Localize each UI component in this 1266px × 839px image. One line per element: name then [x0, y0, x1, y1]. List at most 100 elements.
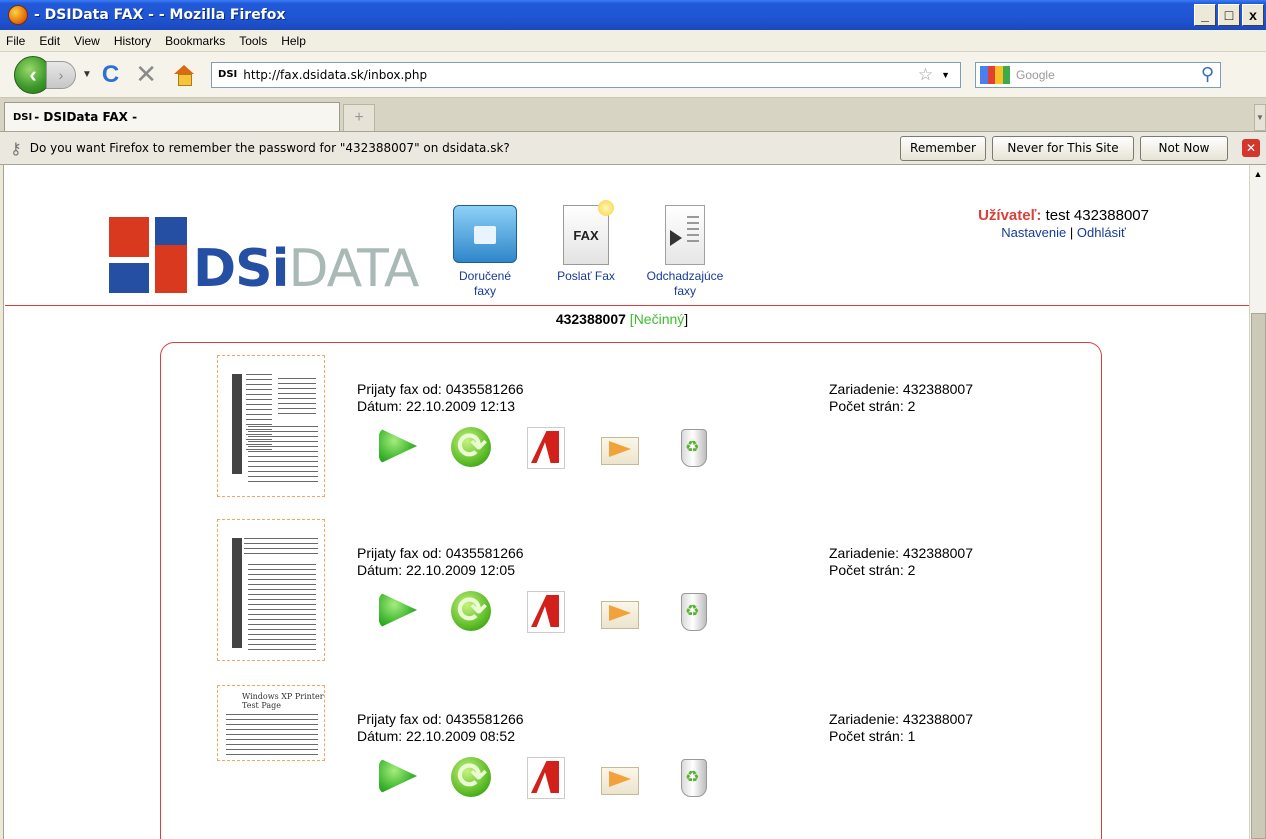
fax-from: Prijaty fax od: 0435581266 [357, 711, 524, 727]
status-close-bracket: ] [684, 311, 689, 327]
menu-edit[interactable]: Edit [32, 34, 67, 48]
reload-icon[interactable]: C [102, 61, 119, 89]
forward-email-icon[interactable] [599, 427, 639, 467]
fax-thumbnail[interactable]: Windows XP Printer Test Page [217, 685, 325, 761]
trash-icon[interactable] [673, 427, 713, 467]
site-header: DSiDATA Doručené faxy FAX Poslať Fax Odc… [5, 165, 1249, 306]
menu-help[interactable]: Help [274, 34, 313, 48]
close-window-button[interactable]: x [1242, 4, 1264, 26]
left-frame-edge [0, 165, 4, 839]
nav-outbox-label[interactable]: Odchadzajúce faxy [635, 269, 735, 299]
settings-link[interactable]: Nastavenie [1001, 225, 1066, 240]
forward-email-icon[interactable] [599, 591, 639, 631]
fax-meta: Zariadenie: 432388007 Počet strán: 2 [829, 545, 973, 579]
fax-device: Zariadenie: 432388007 [829, 381, 974, 397]
search-input[interactable]: Google [1016, 68, 1201, 82]
not-now-button[interactable]: Not Now [1140, 135, 1228, 161]
nav-inbox-label[interactable]: Doručené faxy [455, 269, 515, 299]
fax-from: Prijaty fax od: 0435581266 [357, 381, 524, 397]
stop-icon[interactable]: ✕ [135, 59, 157, 90]
fax-item: Prijaty fax od: 0435581266 Dátum: 22.10.… [217, 519, 1097, 669]
fax-date: Dátum: 22.10.2009 12:13 [357, 398, 516, 414]
bookmark-star-icon[interactable]: ☆ [918, 65, 933, 85]
close-notification-icon[interactable]: ✕ [1242, 139, 1260, 157]
window-title: - DSIData FAX - - Mozilla Firefox [34, 7, 286, 23]
fax-info: Prijaty fax od: 0435581266 Dátum: 22.10.… [357, 545, 524, 579]
navigation-toolbar: ‹ › ▼ C ✕ DSI http://fax.dsidata.sk/inbo… [0, 52, 1266, 98]
fax-thumbnail[interactable] [217, 355, 325, 497]
menu-bar: File Edit View History Bookmarks Tools H… [0, 30, 1266, 52]
fax-actions [377, 589, 747, 633]
forward-arrow-icon: › [58, 66, 64, 83]
plus-icon: + [354, 109, 364, 126]
status-state: Nečinný [633, 311, 685, 327]
tab-bar: DSI - DSIData FAX - + ▼ [0, 98, 1266, 132]
menu-bookmarks[interactable]: Bookmarks [158, 34, 232, 48]
fax-device: Zariadenie: 432388007 [829, 545, 974, 561]
scroll-up-icon[interactable]: ▲ [1250, 165, 1266, 182]
pdf-icon[interactable] [525, 427, 565, 469]
minimize-button[interactable]: _ [1194, 4, 1216, 26]
fax-device: Zariadenie: 432388007 [829, 711, 974, 727]
remember-password-button[interactable]: Remember [900, 135, 986, 161]
nav-inbox[interactable]: Doručené faxy [445, 205, 525, 299]
logo-text-bold: DSi [193, 239, 289, 299]
refresh-icon[interactable] [451, 755, 491, 797]
pdf-icon[interactable] [525, 757, 565, 799]
search-bar[interactable]: Google ⚲ [975, 61, 1222, 88]
pdf-icon[interactable] [525, 591, 565, 633]
logo-text-light: DATA [288, 239, 419, 299]
url-bar[interactable]: DSI http://fax.dsidata.sk/inbox.php ☆ ▼ [211, 61, 962, 88]
refresh-icon[interactable] [451, 425, 491, 467]
nav-outbox[interactable]: Odchadzajúce faxy [635, 205, 735, 299]
tab-favicon: DSI [13, 111, 33, 123]
search-icon[interactable]: ⚲ [1201, 64, 1214, 85]
menu-file[interactable]: File [0, 34, 32, 48]
fax-list-panel: Prijaty fax od: 0435581266 Dátum: 22.10.… [160, 342, 1102, 839]
url-text[interactable]: http://fax.dsidata.sk/inbox.php [243, 68, 918, 82]
trash-icon[interactable] [673, 591, 713, 631]
logout-link[interactable]: Odhlásiť [1077, 225, 1126, 240]
menu-view[interactable]: View [67, 34, 107, 48]
vertical-scrollbar[interactable]: ▲ [1249, 165, 1266, 839]
fax-thumbnail[interactable] [217, 519, 325, 661]
tab-dsidata-fax[interactable]: DSI - DSIData FAX - [4, 102, 340, 131]
fax-date: Dátum: 22.10.2009 08:52 [357, 728, 516, 744]
trash-icon[interactable] [673, 757, 713, 797]
url-dropdown-icon[interactable]: ▼ [941, 70, 950, 80]
menu-tools[interactable]: Tools [232, 34, 274, 48]
fax-pages: Počet strán: 1 [829, 728, 916, 744]
never-for-site-button[interactable]: Never for This Site [992, 135, 1134, 161]
dsidata-logo[interactable]: DSiDATA [109, 217, 429, 297]
play-icon[interactable] [377, 591, 417, 631]
play-icon[interactable] [377, 757, 417, 797]
user-value: test 432388007 [1045, 207, 1149, 224]
back-arrow-icon: ‹ [29, 61, 37, 87]
play-icon[interactable] [377, 427, 417, 467]
nav-send-fax[interactable]: FAX Poslať Fax [541, 200, 631, 284]
tab-label: - DSIData FAX - [34, 110, 138, 124]
fax-actions [377, 755, 747, 799]
outbox-document-icon [665, 205, 705, 265]
fax-actions [377, 425, 747, 469]
home-icon[interactable] [173, 64, 195, 86]
forward-email-icon[interactable] [599, 757, 639, 797]
scrollbar-thumb[interactable] [1251, 313, 1266, 839]
fax-meta: Zariadenie: 432388007 Počet strán: 2 [829, 381, 973, 415]
refresh-icon[interactable] [451, 589, 491, 631]
fax-item: Prijaty fax od: 0435581266 Dátum: 22.10.… [217, 355, 1097, 505]
tab-list-dropdown[interactable]: ▼ [1254, 104, 1266, 131]
history-dropdown-icon[interactable]: ▼ [82, 69, 92, 80]
fax-date: Dátum: 22.10.2009 12:05 [357, 562, 516, 578]
user-box: Užívateľ: test 432388007 Nastavenie | Od… [978, 207, 1149, 241]
menu-history[interactable]: History [107, 34, 158, 48]
nav-send-fax-label[interactable]: Poslať Fax [541, 269, 631, 284]
new-tab-button[interactable]: + [343, 104, 375, 131]
google-engine-icon[interactable] [980, 65, 1011, 84]
fax-info: Prijaty fax od: 0435581266 Dátum: 22.10.… [357, 381, 524, 415]
forward-button[interactable]: › [46, 60, 76, 89]
password-prompt-text: Do you want Firefox to remember the pass… [29, 141, 510, 155]
page-viewport: DSiDATA Doručené faxy FAX Poslať Fax Odc… [0, 165, 1266, 839]
key-icon: ⚷ [10, 138, 22, 158]
maximize-button[interactable]: □ [1218, 4, 1240, 26]
